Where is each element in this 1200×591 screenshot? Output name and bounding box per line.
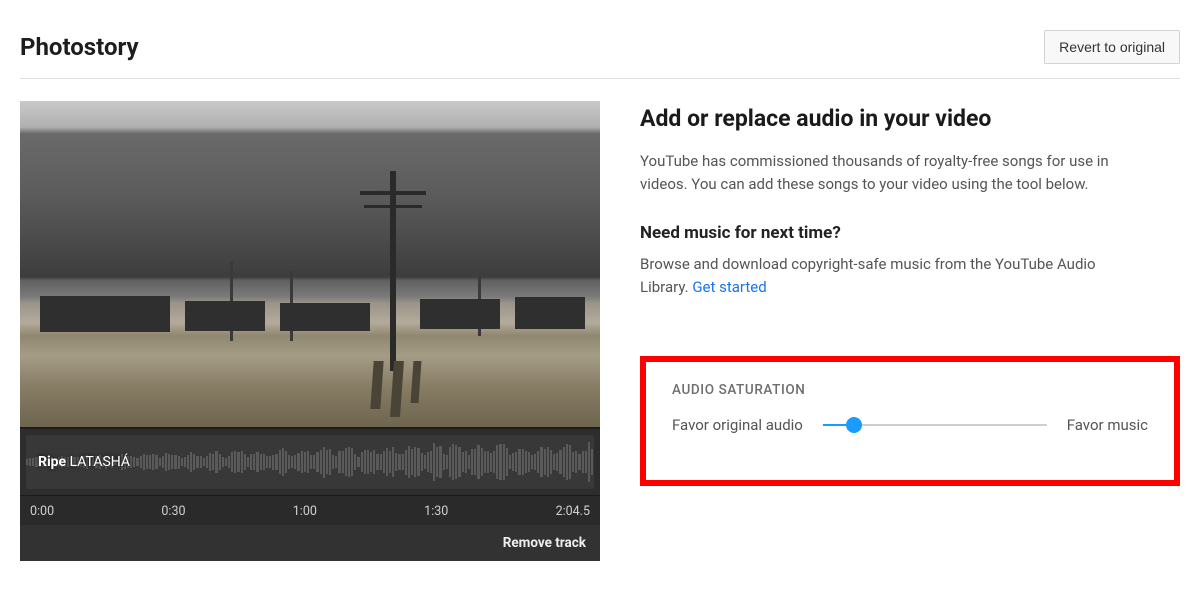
revert-button[interactable]: Revert to original [1044, 30, 1180, 64]
scene-building [515, 297, 585, 329]
panel-description: YouTube has commissioned thousands of ro… [640, 150, 1140, 195]
saturation-slider-row: Favor original audio Favor music [672, 416, 1148, 434]
get-started-link[interactable]: Get started [692, 278, 766, 296]
saturation-slider[interactable] [823, 418, 1047, 432]
remove-track-button[interactable]: Remove track [20, 525, 600, 561]
page-title: Photostory [20, 33, 139, 61]
panel-heading: Add or replace audio in your video [640, 105, 1180, 132]
slider-thumb[interactable] [846, 417, 862, 433]
scene-pole [390, 171, 396, 371]
right-column: Add or replace audio in your video YouTu… [640, 101, 1180, 561]
scene-building [280, 303, 370, 331]
audio-track-clip[interactable]: Ripe LATASHÁ [26, 435, 594, 489]
slider-right-label: Favor music [1067, 416, 1148, 434]
scene-pole-arm [364, 205, 422, 208]
scene-pole-arm [360, 191, 426, 195]
time-tick: 1:00 [293, 504, 317, 519]
panel-subdescription: Browse and download copyright-safe music… [640, 253, 1140, 298]
time-tick: 0:00 [30, 504, 54, 519]
audio-timeline-panel: Ripe LATASHÁ 0:00 0:30 1:00 1:30 2:04.5 Remo… [20, 427, 600, 561]
track-title: Ripe [38, 454, 66, 470]
time-tick: 0:30 [161, 504, 185, 519]
audio-saturation-section: AUDIO SATURATION Favor original audio Fa… [640, 356, 1180, 486]
slider-left-label: Favor original audio [672, 416, 803, 434]
time-tick: 1:30 [424, 504, 448, 519]
scene-building [420, 299, 500, 329]
editor-header: Photostory Revert to original [20, 30, 1180, 79]
video-preview[interactable] [20, 101, 600, 427]
content-area: Ripe LATASHÁ 0:00 0:30 1:00 1:30 2:04.5 Remo… [20, 101, 1180, 561]
scene-building [185, 301, 265, 331]
time-tick: 2:04.5 [556, 504, 590, 519]
saturation-title: AUDIO SATURATION [672, 382, 1148, 398]
scene-stumps [372, 361, 420, 417]
scene-building [40, 296, 170, 332]
track-artist: LATASHÁ [70, 454, 130, 470]
time-axis[interactable]: 0:00 0:30 1:00 1:30 2:04.5 [20, 495, 600, 525]
panel-subheading: Need music for next time? [640, 223, 1180, 243]
left-column: Ripe LATASHÁ 0:00 0:30 1:00 1:30 2:04.5 Remo… [20, 101, 600, 561]
track-label: Ripe LATASHÁ [38, 454, 130, 470]
